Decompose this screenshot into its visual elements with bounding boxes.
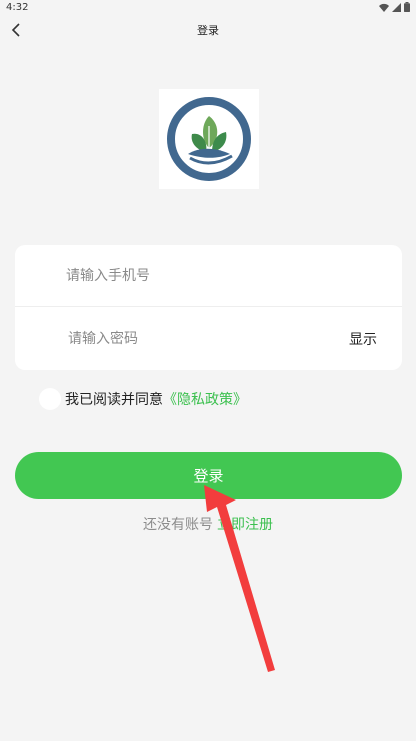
status-time: 4:32: [6, 1, 29, 13]
battery-icon: [404, 2, 410, 12]
privacy-policy-link[interactable]: 《隐私政策》: [163, 389, 247, 409]
login-button[interactable]: 登录: [15, 452, 402, 499]
page-title: 登录: [197, 24, 219, 37]
register-link[interactable]: 立即注册: [217, 517, 273, 533]
wifi-icon: [379, 3, 389, 12]
app-logo: [159, 89, 259, 189]
phone-row: [15, 245, 402, 307]
nav-bar: 登录: [0, 14, 416, 46]
status-bar: 4:32: [0, 0, 416, 14]
agreement-checkbox[interactable]: [39, 388, 61, 410]
register-row: 还没有账号 立即注册: [0, 514, 416, 534]
login-form-card: 显示: [15, 245, 402, 370]
status-icons: [379, 2, 410, 12]
password-input[interactable]: [68, 319, 318, 359]
agreement-text: 我已阅读并同意: [65, 392, 163, 408]
password-row: 显示: [15, 308, 402, 370]
leaf-logo-icon: [167, 97, 251, 181]
back-button[interactable]: [4, 18, 28, 42]
show-password-toggle[interactable]: 显示: [349, 329, 377, 349]
agreement-row: 我已阅读并同意 《隐私政策》: [39, 387, 247, 411]
chevron-left-icon: [11, 23, 20, 37]
signal-icon: [392, 2, 401, 12]
register-prompt: 还没有账号: [143, 517, 213, 533]
phone-input[interactable]: [66, 255, 366, 296]
